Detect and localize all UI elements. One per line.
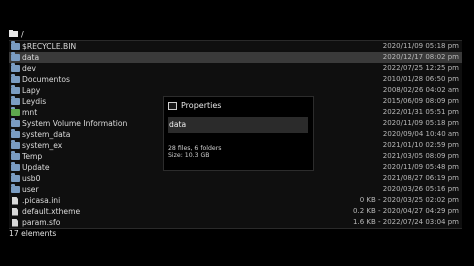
file-meta: 2020/03/26 05:16 pm: [382, 185, 459, 193]
file-icon: [12, 196, 18, 205]
file-row[interactable]: Documentos 2010/01/28 06:50 pm: [9, 74, 462, 85]
file-row[interactable]: default.xtheme 0.2 KB - 2020/04/27 04:29 …: [9, 206, 462, 217]
file-icon: [12, 218, 18, 227]
folder-icon: [11, 52, 20, 61]
file-meta: 2015/06/09 08:09 pm: [382, 97, 459, 105]
file-name: .picasa.ini: [22, 196, 61, 205]
file-manager-screen: / $RECYCLE.BIN 2020/11/09 05:18 pm data 202…: [0, 0, 474, 266]
file-meta: 2020/12/17 08:02 pm: [382, 53, 459, 61]
file-name: $RECYCLE.BIN: [22, 42, 77, 51]
folder-icon: [11, 129, 20, 138]
file-meta: 0 KB - 2020/03/25 02:02 pm: [359, 196, 459, 204]
file-meta: 2020/11/09 05:48 pm: [382, 163, 459, 171]
file-name: data: [22, 53, 40, 62]
file-meta: 2022/01/31 05:51 pm: [382, 108, 459, 116]
folder-icon: [11, 184, 20, 193]
folder-icon: [11, 74, 20, 83]
file-meta: 1.6 KB - 2022/07/24 03:04 pm: [353, 218, 459, 226]
path-bar: /: [9, 28, 462, 40]
file-row[interactable]: dev 2022/07/25 12:25 pm: [9, 63, 462, 74]
file-row[interactable]: $RECYCLE.BIN 2020/11/09 05:18 pm: [9, 41, 462, 52]
file-row[interactable]: data 2020/12/17 08:02 pm: [9, 52, 462, 63]
file-name: Documentos: [22, 75, 70, 84]
file-row[interactable]: usb0 2021/08/27 06:19 pm: [9, 173, 462, 184]
file-meta: 2022/07/25 12:25 pm: [382, 64, 459, 72]
properties-title: Properties: [181, 101, 222, 110]
file-meta: 0.2 KB - 2020/04/27 04:29 pm: [353, 207, 459, 215]
properties-summary: 28 files, 6 folders: [168, 145, 222, 152]
file-row[interactable]: user 2020/03/26 05:16 pm: [9, 184, 462, 195]
folder-icon: [11, 107, 20, 116]
file-meta: 2008/02/26 04:02 am: [382, 86, 459, 94]
file-meta: 2020/11/09 05:18 pm: [382, 42, 459, 50]
properties-name-field: data: [168, 117, 308, 133]
properties-info: 28 files, 6 folders Size: 10.3 GB: [168, 145, 222, 159]
file-meta: 2020/11/09 05:18 pm: [382, 119, 459, 127]
folder-icon: [11, 151, 20, 160]
file-meta: 2021/01/10 02:59 pm: [382, 141, 459, 149]
folder-icon: [11, 140, 20, 149]
file-meta: 2021/03/05 08:09 pm: [382, 152, 459, 160]
file-meta: 2021/08/27 06:19 pm: [382, 174, 459, 182]
folder-icon: [11, 85, 20, 94]
file-name: user: [22, 185, 39, 194]
file-name: default.xtheme: [22, 207, 81, 216]
folder-icon: [11, 118, 20, 127]
folder-icon: [11, 162, 20, 171]
folder-icon: [11, 41, 20, 50]
file-name: usb0: [22, 174, 41, 183]
file-name: Lapy: [22, 86, 41, 95]
file-row[interactable]: .picasa.ini 0 KB - 2020/03/25 02:02 pm: [9, 195, 462, 206]
file-meta: 2020/09/04 10:40 am: [382, 130, 459, 138]
current-path: /: [21, 29, 24, 39]
properties-title-bar: Properties: [168, 101, 221, 110]
properties-size: Size: 10.3 GB: [168, 152, 210, 159]
folder-icon: [11, 63, 20, 72]
file-row[interactable]: Lapy 2008/02/26 04:02 am: [9, 85, 462, 96]
folder-icon: [11, 173, 20, 182]
properties-dialog: Properties data 28 files, 6 folders Size…: [163, 96, 314, 171]
file-row[interactable]: param.sfo 1.6 KB - 2022/07/24 03:04 pm: [9, 217, 462, 228]
folder-icon: [9, 29, 18, 39]
file-name: param.sfo: [22, 218, 61, 227]
folder-icon: [11, 96, 20, 105]
window-icon: [168, 101, 177, 110]
status-bar: 17 elements: [9, 229, 57, 238]
file-meta: 2010/01/28 06:50 pm: [382, 75, 459, 83]
file-icon: [12, 207, 18, 216]
file-name: dev: [22, 64, 36, 73]
